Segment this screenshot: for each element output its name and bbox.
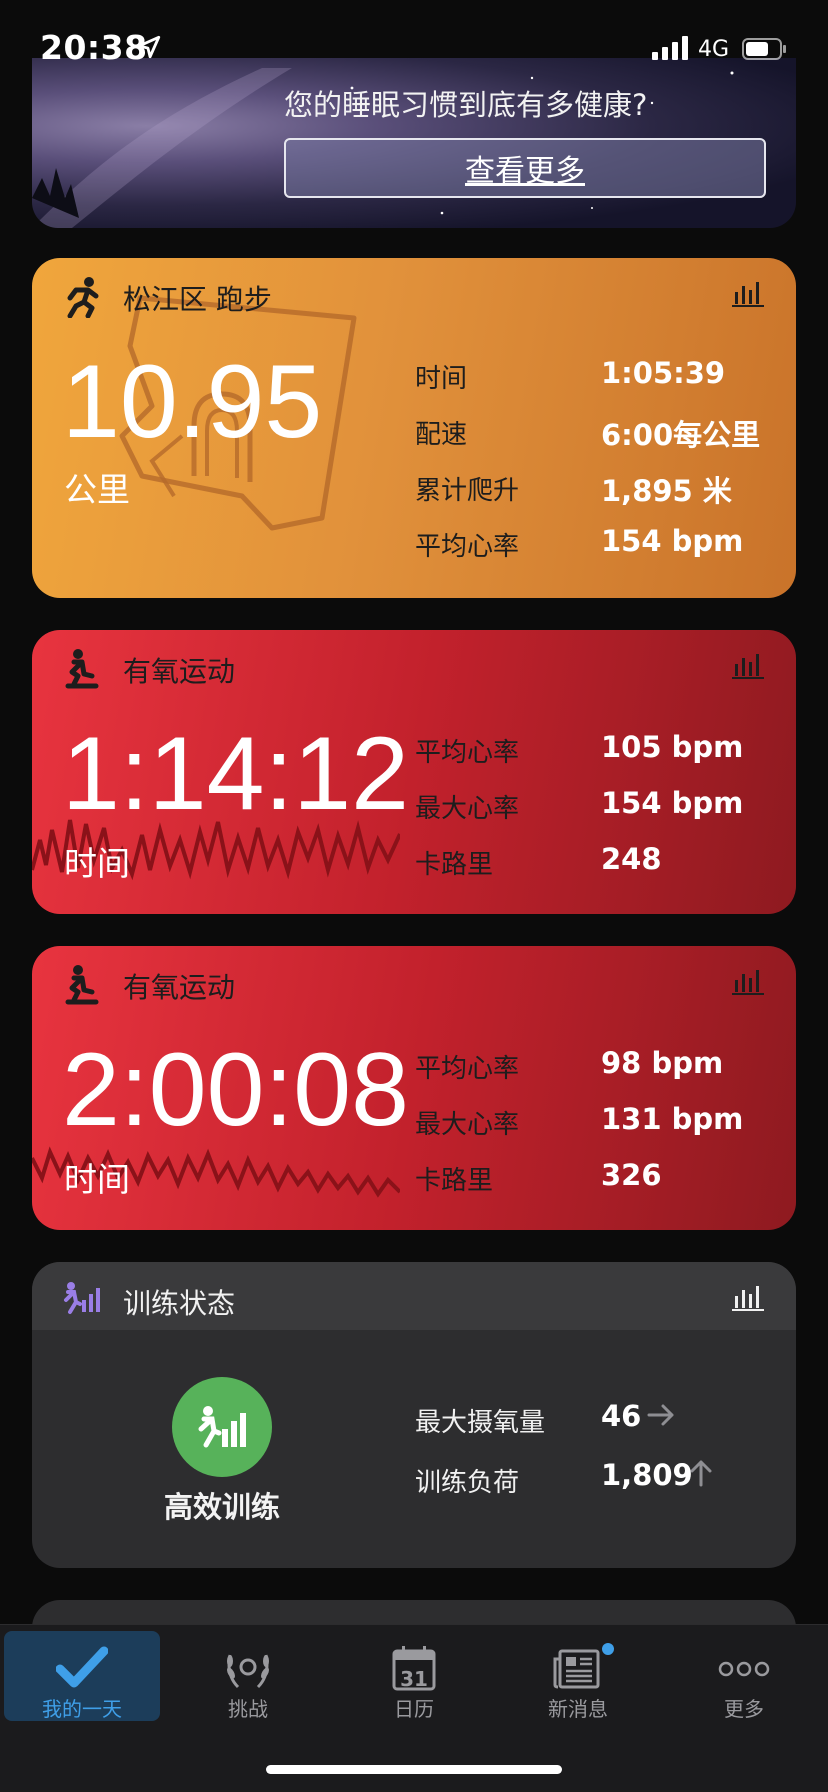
location-arrow-icon <box>137 35 161 59</box>
metric-value: 1:05:39 <box>601 356 726 390</box>
metric-value: 131 bpm <box>601 1102 744 1136</box>
distance-value: 10.95 <box>62 344 323 460</box>
metric-value: 154 bpm <box>601 524 744 558</box>
metric-value: 1,895 米 <box>601 474 732 508</box>
metric-value: 154 bpm <box>601 786 744 820</box>
cardio-stepper-icon <box>65 649 99 689</box>
card-header: 有氧运动 <box>32 946 796 1016</box>
distance-unit: 公里 <box>64 470 130 509</box>
tab-more[interactable]: 更多 <box>666 1631 822 1721</box>
tab-label: 更多 <box>724 1697 764 1721</box>
card-header: 松江区 跑步 <box>32 258 796 328</box>
card-title: 松江区 跑步 <box>123 283 272 316</box>
metric-value: 98 bpm <box>601 1046 724 1080</box>
arrow-up-icon <box>690 1460 712 1487</box>
checkmark-icon <box>56 1646 108 1688</box>
metric-value: 6:00每公里 <box>601 418 761 452</box>
training-status-icon <box>64 1282 100 1314</box>
tab-label: 新消息 <box>548 1697 608 1721</box>
status-time: 20:38 <box>40 28 148 67</box>
metric-value: 46 <box>601 1399 642 1433</box>
metric-label: 训练负荷 <box>415 1468 520 1498</box>
running-icon <box>67 277 99 318</box>
network-type: 4G <box>698 37 730 62</box>
metric-label: 配速 <box>415 420 468 450</box>
duration-unit: 时间 <box>64 1160 130 1199</box>
tab-label: 挑战 <box>228 1697 268 1721</box>
metric-label: 卡路里 <box>415 850 494 880</box>
training-status-name: 高效训练 <box>163 1490 280 1524</box>
cardio-stepper-icon <box>65 965 99 1005</box>
training-status-badge <box>172 1377 272 1477</box>
metric-value: 105 bpm <box>601 730 744 764</box>
bar-chart-icon[interactable] <box>732 966 764 996</box>
productive-training-icon <box>198 1406 246 1448</box>
status-bar: 20:38 4G <box>0 0 828 67</box>
metric-label: 累计爬升 <box>415 476 520 506</box>
duration-unit: 时间 <box>64 844 130 883</box>
metric-label: 平均心率 <box>415 532 520 562</box>
metric-label: 时间 <box>415 364 468 394</box>
more-icon <box>718 1661 770 1677</box>
laurel-icon <box>227 1654 269 1689</box>
card-title: 训练状态 <box>123 1287 236 1320</box>
home-indicator <box>266 1765 562 1774</box>
tab-my-day[interactable]: 我的一天 <box>4 1631 160 1721</box>
metric-label: 最大摄氧量 <box>415 1408 546 1438</box>
tab-calendar[interactable]: 31 日历 <box>336 1631 492 1721</box>
banner-title: 您的睡眠习惯到底有多健康? <box>284 88 648 122</box>
calendar-day: 31 <box>400 1667 428 1691</box>
tab-label: 日历 <box>394 1697 434 1721</box>
bar-chart-icon[interactable] <box>732 1282 764 1312</box>
notification-dot <box>602 1643 614 1655</box>
duration-value: 2:00:08 <box>62 1032 409 1148</box>
bar-chart-icon[interactable] <box>732 278 764 308</box>
cardio-activity-card[interactable]: 有氧运动 1:14:12 时间 平均心率 105 bpm 最大心率 154 bp… <box>32 630 796 914</box>
metric-label: 最大心率 <box>415 794 520 824</box>
metric-label: 平均心率 <box>415 1054 520 1084</box>
metric-value: 326 <box>601 1158 662 1192</box>
see-more-button[interactable]: 查看更多 <box>284 138 766 198</box>
metric-label: 卡路里 <box>415 1166 494 1196</box>
tab-label: 我的一天 <box>42 1697 122 1721</box>
cardio-activity-card[interactable]: 有氧运动 2:00:08 时间 平均心率 98 bpm 最大心率 131 bpm… <box>32 946 796 1230</box>
tab-challenges[interactable]: 挑战 <box>170 1631 326 1721</box>
tab-news[interactable]: 新消息 <box>500 1631 656 1721</box>
metric-label: 最大心率 <box>415 1110 520 1140</box>
metric-label: 平均心率 <box>415 738 520 768</box>
card-header: 训练状态 <box>32 1262 796 1330</box>
newspaper-icon <box>553 1649 600 1689</box>
card-title: 有氧运动 <box>123 655 236 688</box>
metric-value: 248 <box>601 842 662 876</box>
metric-value: 1,809 <box>601 1458 693 1492</box>
battery-icon <box>742 38 786 60</box>
duration-value: 1:14:12 <box>62 716 409 832</box>
arrow-right-icon <box>647 1404 674 1426</box>
card-header: 有氧运动 <box>32 630 796 700</box>
training-status-card[interactable]: 训练状态 高效训练 最大摄氧量 46 训练负荷 1,809 <box>32 1262 796 1568</box>
card-title: 有氧运动 <box>123 971 236 1004</box>
sleep-banner[interactable]: 您的睡眠习惯到底有多健康? 查看更多 <box>32 58 796 228</box>
cellular-signal-icon <box>652 36 688 60</box>
bar-chart-icon[interactable] <box>732 650 764 680</box>
running-activity-card[interactable]: 松江区 跑步 10.95 公里 时间 1:05:39 配速 6:00每公里 累计… <box>32 258 796 598</box>
